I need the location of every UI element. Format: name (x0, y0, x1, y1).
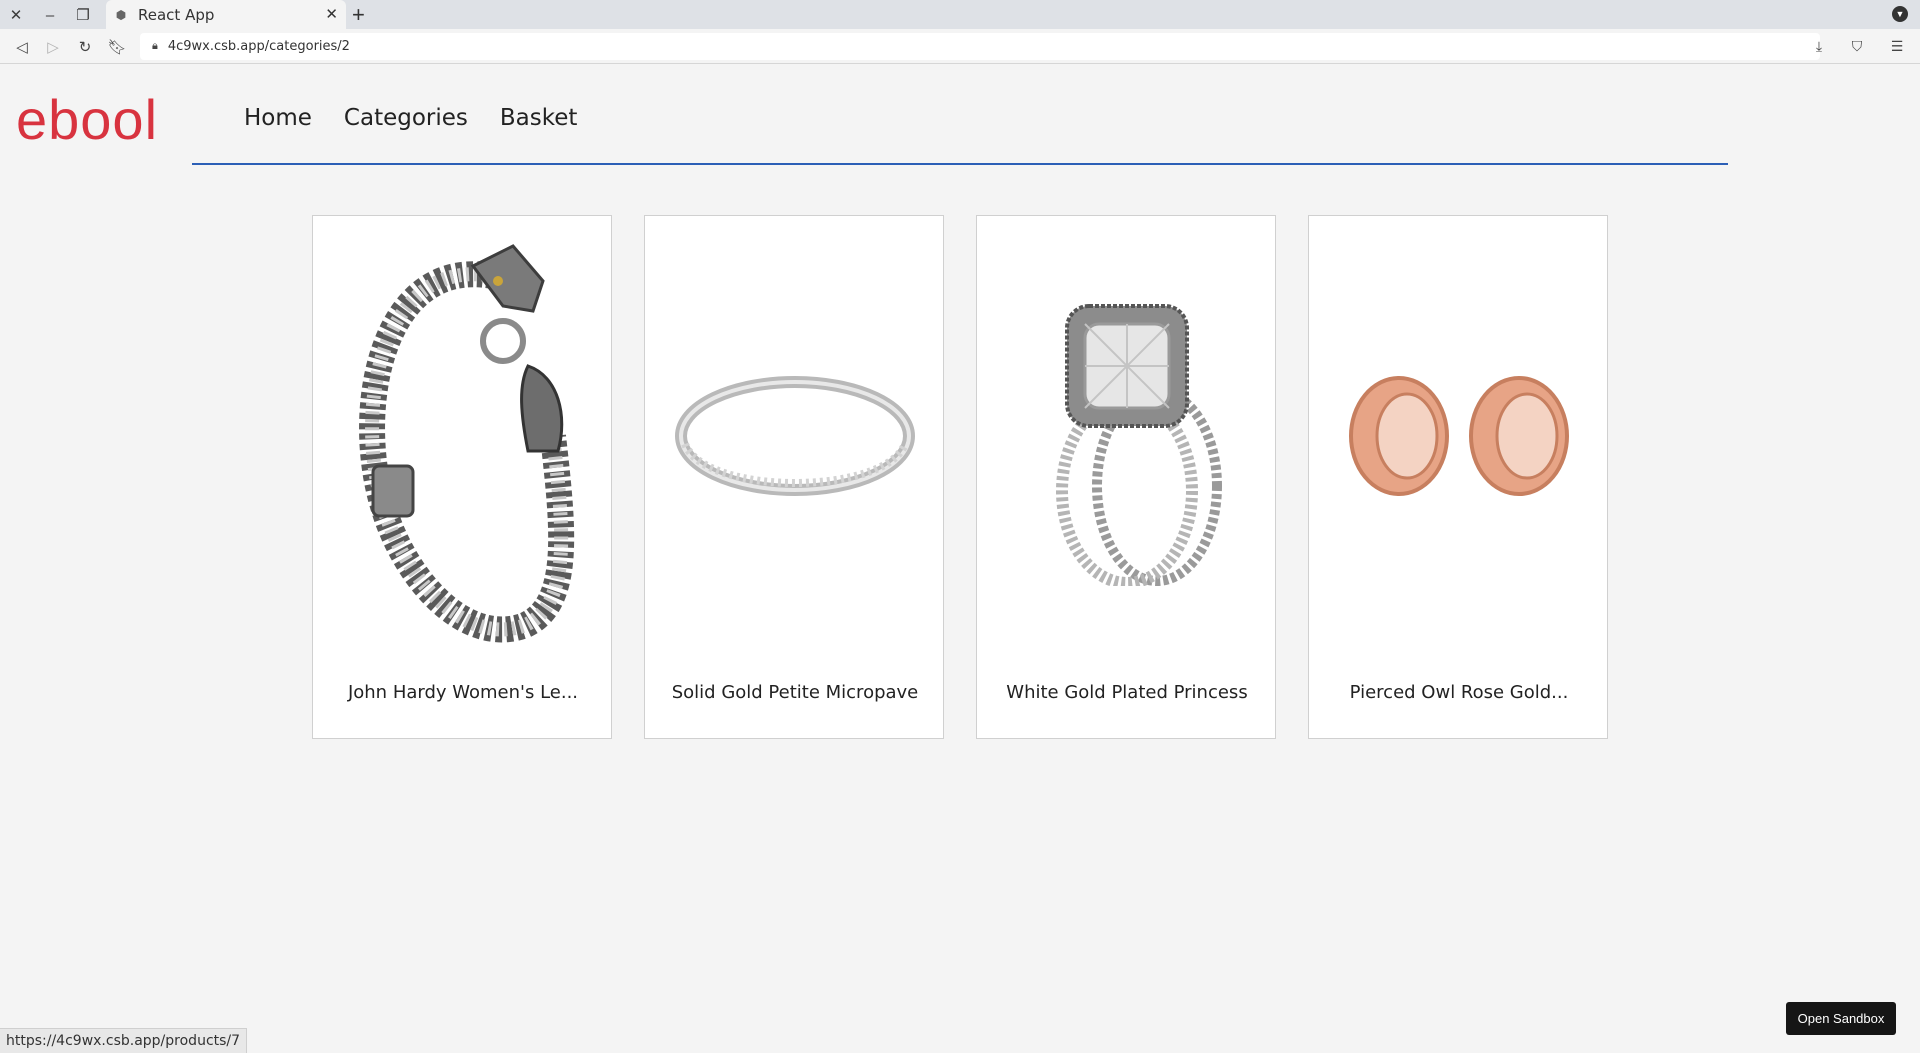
restore-window-icon[interactable]: ❐ (72, 4, 94, 26)
main-nav: Home Categories Basket (244, 102, 577, 134)
product-title[interactable]: Solid Gold Petite Micropave (645, 682, 945, 703)
nav-categories[interactable]: Categories (344, 102, 468, 134)
new-tab-icon[interactable]: + (352, 2, 365, 28)
nav-home[interactable]: Home (244, 102, 312, 134)
browser-tab-bar: ✕ – ❐ ⬢ React App ✕ + ▼ (0, 0, 1920, 29)
product-grid: John Hardy Women's Le... Solid Gold Peti… (312, 215, 1608, 739)
tab-list-chevron-icon[interactable]: ▼ (1892, 6, 1908, 22)
close-window-icon[interactable]: ✕ (5, 4, 27, 26)
back-icon[interactable]: ◁ (11, 36, 33, 58)
product-title[interactable]: White Gold Plated Princess (977, 682, 1277, 703)
forward-icon[interactable]: ▷ (42, 36, 64, 58)
reload-icon[interactable]: ↻ (74, 36, 96, 58)
product-card[interactable]: John Hardy Women's Le... (312, 215, 612, 739)
download-icon[interactable]: ⤓ (1808, 35, 1830, 57)
product-card[interactable]: Pierced Owl Rose Gold... (1308, 215, 1608, 739)
product-title[interactable]: Pierced Owl Rose Gold... (1309, 682, 1609, 703)
minimize-window-icon[interactable]: – (39, 4, 61, 26)
open-sandbox-button[interactable]: Open Sandbox (1786, 1002, 1896, 1035)
site-logo[interactable]: ebool (16, 88, 158, 152)
tab-title: React App (138, 5, 215, 24)
product-image-gold-band[interactable] (645, 216, 945, 656)
browser-tab[interactable]: ⬢ React App ✕ (106, 0, 346, 29)
address-bar[interactable]: 🔒︎ 4c9wx.csb.app/categories/2 (140, 33, 1820, 60)
status-bar-url: https://4c9wx.csb.app/products/7 (0, 1028, 248, 1053)
product-title[interactable]: John Hardy Women's Le... (313, 682, 613, 703)
nav-basket[interactable]: Basket (500, 102, 578, 134)
lock-icon: 🔒︎ (152, 40, 158, 52)
product-card[interactable]: White Gold Plated Princess (976, 215, 1276, 739)
bookmark-icon[interactable]: 🔖︎ (106, 36, 128, 58)
url-text: 4c9wx.csb.app/categories/2 (167, 39, 350, 54)
tab-close-icon[interactable]: ✕ (325, 5, 338, 23)
product-image-dragon-bracelet[interactable] (313, 216, 613, 656)
shield-icon[interactable]: ⛉ (1846, 35, 1868, 57)
product-card[interactable]: Solid Gold Petite Micropave (644, 215, 944, 739)
menu-icon[interactable]: ☰ (1886, 35, 1908, 57)
tab-favicon-icon: ⬢ (115, 7, 127, 22)
product-image-rose-gold-plugs[interactable] (1309, 216, 1609, 656)
nav-divider (192, 163, 1728, 165)
product-image-princess-ring[interactable] (977, 216, 1277, 656)
browser-toolbar: ◁ ▷ ↻ 🔖︎ 🔒︎ 4c9wx.csb.app/categories/2 ⤓… (0, 29, 1920, 64)
